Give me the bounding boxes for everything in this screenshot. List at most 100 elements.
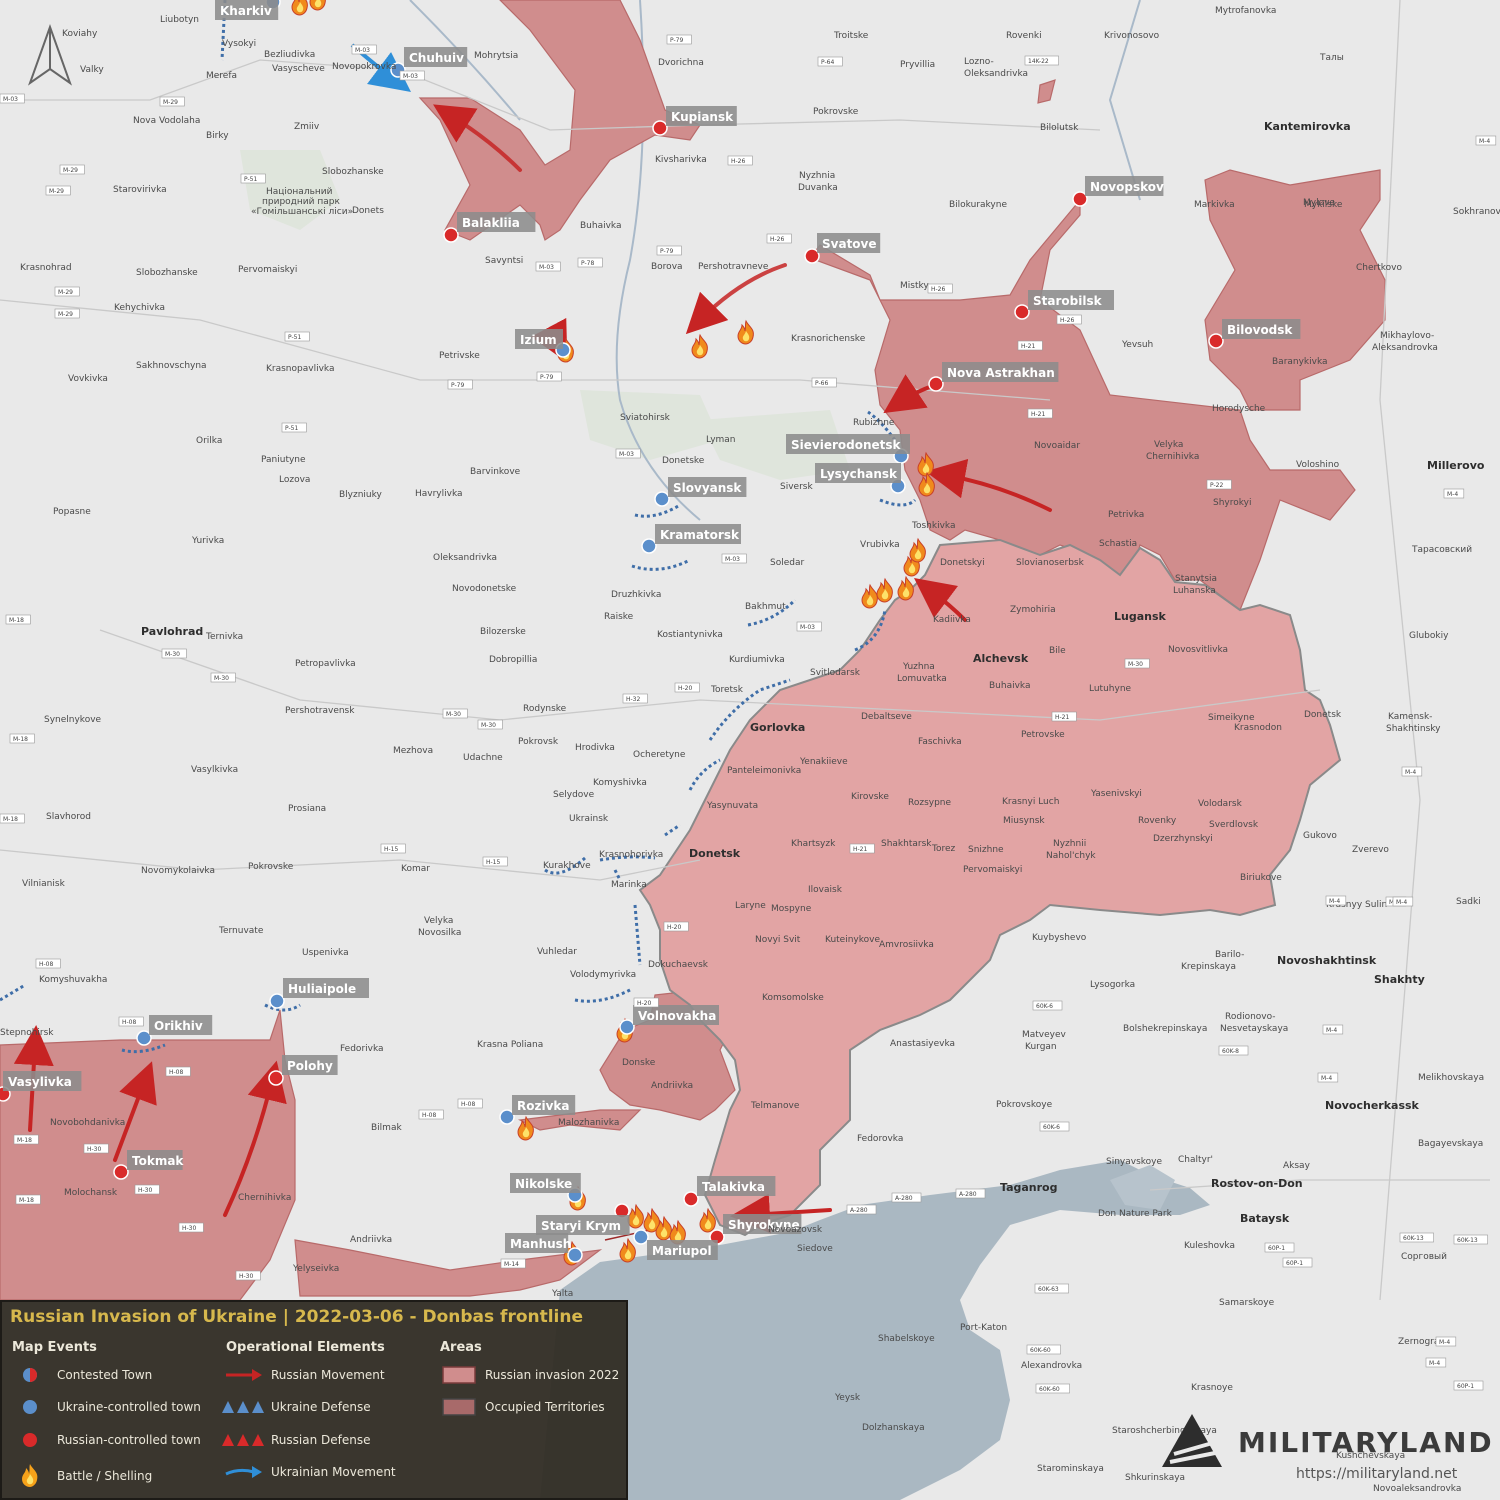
svg-text:H-20: H-20 [678, 685, 692, 692]
place-label-bilmak: Bilmak [371, 1123, 402, 1133]
ukraine-town-icon [23, 1400, 37, 1414]
town-label-tokmak: Tokmak [127, 1150, 184, 1170]
militaryland-logo-icon [1162, 1414, 1222, 1467]
place-label-lutuhyne: Lutuhyne [1089, 684, 1132, 694]
place-label-alchevsk: Alchevsk [973, 652, 1029, 665]
town-marker-huliaipole[interactable] [269, 993, 285, 1009]
place-label-bilolutsk: Bilolutsk [1040, 123, 1079, 133]
legend-battle: Battle / Shelling [57, 1469, 153, 1483]
svg-text:P-79: P-79 [670, 37, 683, 44]
town-marker-mariupol[interactable] [633, 1229, 649, 1245]
place-label-novoshakhtinsk: Novoshakhtinsk [1277, 954, 1377, 967]
place-label-volodarsk: Volodarsk [1198, 799, 1243, 809]
place-label-shakhty: Shakhty [1374, 973, 1425, 986]
place-label-yelyseivka: Yelyseivka [292, 1264, 339, 1274]
town-label-slovyansk: Slovyansk [668, 477, 747, 497]
town-marker-starobilsk[interactable] [1014, 304, 1030, 320]
place-label-horodysche: Horodysche [1212, 404, 1266, 414]
road-label-m29c: M-29 [45, 185, 71, 196]
svg-text:M-03: M-03 [725, 556, 740, 563]
town-label-vasylivka: Vasylivka [3, 1071, 82, 1091]
legend-contested-town: Contested Town [57, 1368, 153, 1382]
place-label-dolzhanskaya: Dolzhanskaya [862, 1423, 925, 1433]
road-label-p22: P-22 [1206, 479, 1232, 490]
svg-text:P-51: P-51 [244, 176, 257, 183]
town-marker-svatove[interactable] [804, 248, 820, 264]
town-label-nova-astrakhan: Nova Astrakhan [942, 362, 1059, 382]
svg-text:M-29: M-29 [163, 99, 178, 106]
road-label-h21d: H-21 [849, 843, 875, 854]
place-label-laryne: Laryne [735, 901, 766, 911]
road-label-h08e: H-08 [457, 1098, 483, 1109]
town-marker-kramatorsk[interactable] [641, 538, 657, 554]
place-label-toshkivka: Toshkivka [911, 521, 955, 531]
battle-fire-icon [291, 0, 308, 16]
town-marker-polohy[interactable] [268, 1070, 284, 1086]
place-label-vysokyi: Vysokyi [222, 39, 256, 49]
town-marker-slovyansk[interactable] [654, 491, 670, 507]
place-label-havrylivka: Havrylivka [415, 489, 463, 499]
place-label-bakhmut: Bakhmut [745, 602, 786, 612]
svg-text:P-79: P-79 [660, 248, 673, 255]
place-label-debaltseve: Debaltseve [861, 712, 912, 722]
svg-text:P-79: P-79 [451, 382, 464, 389]
place-label-kehychivka: Kehychivka [114, 303, 165, 313]
svg-text:H-08: H-08 [122, 1019, 136, 1026]
place-label-mistky: Mistky [900, 281, 929, 291]
town-marker-kupiansk[interactable] [652, 120, 668, 136]
road-label-k14-022: 14K-22 [1024, 55, 1059, 66]
place-label-fedorivka: Fedorivka [340, 1044, 384, 1054]
place-label-pokrovske: Pokrovske [248, 862, 294, 872]
contested-town-icon [23, 1368, 37, 1382]
place-label-siedove: Siedove [797, 1244, 833, 1254]
road-label-h26c: H-26 [927, 283, 953, 294]
svg-text:H-26: H-26 [770, 236, 784, 243]
town-marker-novopskov[interactable] [1072, 191, 1088, 207]
road-label-m30d: M-30 [477, 719, 503, 730]
brand-name: MILITARYLAND [1238, 1426, 1494, 1459]
town-marker-rozivka[interactable] [499, 1109, 515, 1125]
place-label-zymohiria: Zymohiria [1010, 605, 1056, 615]
place-label-shyrokyi: Shyrokyi [1213, 498, 1251, 508]
town-marker-tokmak[interactable] [113, 1164, 129, 1180]
place-label-petrivske: Petrivske [439, 351, 480, 361]
place-label-lozno-oleksandrivka1: Lozno- [964, 57, 994, 67]
place-label-novyi-svit: Novyi Svit [755, 935, 801, 945]
town-marker-nova-astrakhan[interactable] [928, 376, 944, 392]
place-label-port-katon: Port-Katon [960, 1323, 1007, 1333]
place-label-kivsharivka: Kivsharivka [655, 155, 707, 165]
road-label-m03f: M-03 [721, 553, 747, 564]
road-label-m03d: M-03 [535, 261, 561, 272]
place-label-petropavlivka: Petropavlivka [295, 659, 356, 669]
town-marker-balakliia[interactable] [443, 227, 459, 243]
place-label-krivonosovo: Krivonosovo [1104, 31, 1160, 41]
road-label-h21c: H-21 [1051, 711, 1077, 722]
town-marker-talakivka[interactable] [683, 1191, 699, 1207]
svg-text:P-78: P-78 [581, 260, 594, 267]
road-label-m18a: M-18 [5, 614, 31, 625]
brand-url[interactable]: https://militaryland.net [1296, 1466, 1457, 1482]
town-label-polohy: Polohy [282, 1055, 338, 1075]
place-label-vrubivka: Vrubivka [860, 540, 900, 550]
place-label-chernihivka: Chernihivka [238, 1193, 291, 1203]
svg-text:M-14: M-14 [504, 1261, 519, 1268]
town-marker-orikhiv[interactable] [136, 1030, 152, 1046]
road-label-k60-13a: 60K-13 [1399, 1232, 1434, 1243]
svg-text:Nikolske: Nikolske [515, 1177, 572, 1191]
road-label-k60-6b: 60K-6 [1039, 1121, 1070, 1132]
svg-text:Bilovodsk: Bilovodsk [1227, 323, 1293, 337]
town-marker-bilovodsk[interactable] [1208, 333, 1224, 349]
place-label-komyshuvakha: Komyshuvakha [39, 975, 107, 985]
place-label-gorlovka: Gorlovka [750, 721, 805, 734]
place-label-svitlodarsk: Svitlodarsk [810, 668, 861, 678]
place-label-kantemirovka: Kantemirovka [1264, 120, 1351, 133]
place-label-dzerzhynskyi: Dzerzhynskyi [1153, 834, 1213, 844]
place-label-park2: природний парк [262, 197, 340, 207]
svg-text:P-79: P-79 [540, 374, 553, 381]
town-marker-volnovakha[interactable] [619, 1019, 635, 1035]
svg-text:H-20: H-20 [667, 924, 681, 931]
place-label-ilovaisk: Ilovaisk [808, 885, 843, 895]
place-label-barilo2: Krepinskaya [1181, 962, 1236, 972]
legend-russian-defense: Russian Defense [271, 1433, 371, 1447]
road-label-p51c: P-51 [281, 422, 307, 433]
